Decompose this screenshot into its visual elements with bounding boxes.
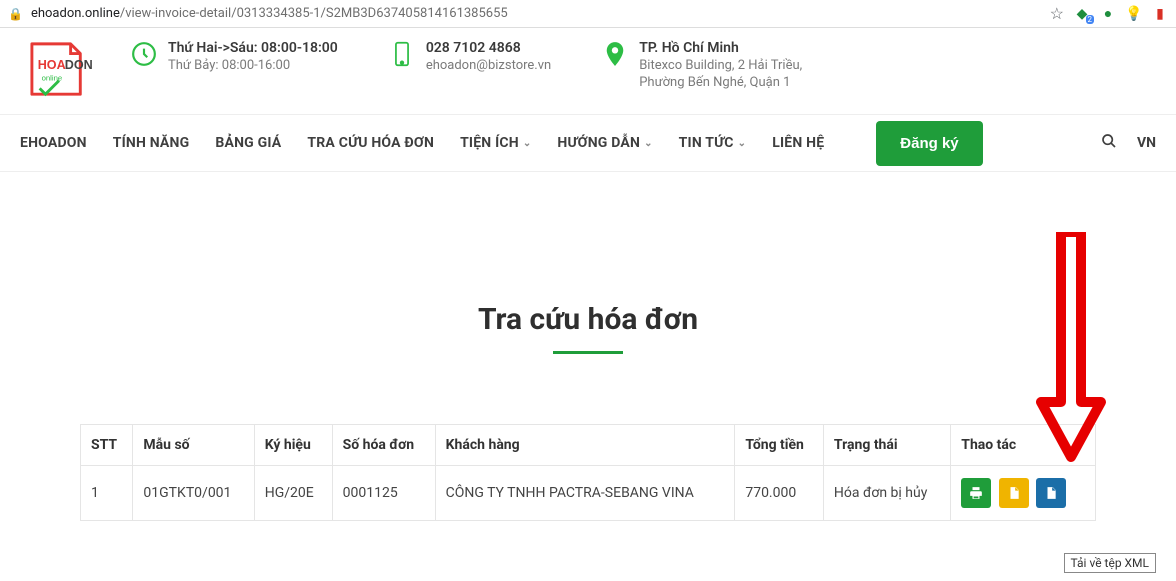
- title-underline: [553, 351, 623, 354]
- nav-lien-he[interactable]: LIÊN HỆ: [772, 135, 824, 151]
- nav-huong-dan[interactable]: HƯỚNG DẪN⌄: [557, 135, 652, 151]
- url-path: /view-invoice-detail/0313334385-1/S2MB3D…: [120, 6, 508, 21]
- register-button[interactable]: Đăng ký: [876, 121, 982, 166]
- col-tong-tien: Tổng tiền: [735, 425, 824, 466]
- map-pin-icon: [601, 40, 629, 68]
- download-pdf-button[interactable]: [999, 478, 1029, 508]
- cell-so-hd: 0001125: [332, 466, 435, 521]
- cell-trang-thai: Hóa đơn bị hủy: [823, 466, 950, 521]
- main-content: Tra cứu hóa đơn STT Mẫu số Ký hiệu Số hó…: [0, 172, 1176, 581]
- tooltip-xml: Tải về tệp XML: [1064, 553, 1156, 573]
- chevron-down-icon: ⌄: [523, 138, 532, 149]
- logo[interactable]: HOA DON online: [20, 40, 100, 104]
- cell-ky-hieu: HG/20E: [254, 466, 332, 521]
- extension-icon[interactable]: ◆2: [1074, 6, 1090, 22]
- nav-tien-ich[interactable]: TIỆN ÍCH⌄: [460, 135, 531, 151]
- chevron-down-icon: ⌄: [738, 138, 747, 149]
- chevron-down-icon: ⌄: [644, 138, 653, 149]
- cell-stt: 1: [81, 466, 133, 521]
- bookmark-star-icon[interactable]: ☆: [1050, 4, 1064, 23]
- phone-icon: [388, 40, 416, 68]
- col-thao-tac: Thao tác: [951, 425, 1096, 466]
- language-switch[interactable]: VN: [1137, 135, 1156, 151]
- cell-khach-hang: CÔNG TY TNHH PACTRA-SEBANG VINA: [435, 466, 735, 521]
- address-line2: Bitexco Building, 2 Hải Triều,: [639, 58, 802, 73]
- invoice-table: STT Mẫu số Ký hiệu Số hóa đơn Khách hàng…: [80, 424, 1096, 521]
- svg-text:DON: DON: [65, 58, 93, 72]
- address-line1: TP. Hồ Chí Minh: [639, 40, 802, 56]
- hours-line2: Thứ Bảy: 08:00-16:00: [168, 58, 338, 73]
- cell-tong-tien: 770.000: [735, 466, 824, 521]
- download-xml-button[interactable]: [1036, 478, 1066, 508]
- table-header-row: STT Mẫu số Ký hiệu Số hóa đơn Khách hàng…: [81, 425, 1096, 466]
- browser-address-bar: 🔒 ehoadon.online/view-invoice-detail/031…: [0, 0, 1176, 28]
- nav-tinh-nang[interactable]: TÍNH NĂNG: [113, 135, 190, 151]
- info-phone: 028 7102 4868 ehoadon@bizstore.vn: [388, 40, 551, 90]
- info-address: TP. Hồ Chí Minh Bitexco Building, 2 Hải …: [601, 40, 802, 90]
- col-ky-hieu: Ký hiệu: [254, 425, 332, 466]
- browser-extensions: ☆ ◆2 ● 💡 ▮: [1050, 4, 1168, 23]
- svg-text:HOA: HOA: [38, 58, 66, 72]
- phone-line2: ehoadon@bizstore.vn: [426, 58, 551, 73]
- page-title: Tra cứu hóa đơn: [20, 302, 1156, 337]
- col-trang-thai: Trạng thái: [823, 425, 950, 466]
- nav-tra-cuu[interactable]: TRA CỨU HÓA ĐƠN: [307, 135, 434, 151]
- lock-icon: 🔒: [8, 7, 23, 21]
- nav-tin-tuc[interactable]: TIN TỨC⌄: [679, 135, 747, 151]
- clock-icon: [130, 40, 158, 68]
- topbar: HOA DON online Thứ Hai->Sáu: 08:00-18:00…: [0, 28, 1176, 114]
- extension-icon[interactable]: 💡: [1126, 6, 1142, 22]
- col-stt: STT: [81, 425, 133, 466]
- col-mau-so: Mẫu số: [133, 425, 254, 466]
- info-hours: Thứ Hai->Sáu: 08:00-18:00 Thứ Bảy: 08:00…: [130, 40, 338, 90]
- col-khach-hang: Khách hàng: [435, 425, 735, 466]
- hours-line1: Thứ Hai->Sáu: 08:00-18:00: [168, 40, 338, 56]
- phone-line1: 028 7102 4868: [426, 40, 551, 56]
- extension-icon[interactable]: ●: [1100, 6, 1116, 22]
- navbar: EHOADON TÍNH NĂNG BẢNG GIÁ TRA CỨU HÓA Đ…: [0, 114, 1176, 172]
- print-button[interactable]: [961, 478, 991, 508]
- nav-items: EHOADON TÍNH NĂNG BẢNG GIÁ TRA CỨU HÓA Đ…: [20, 121, 983, 166]
- col-so-hd: Số hóa đơn: [332, 425, 435, 466]
- search-icon[interactable]: [1101, 133, 1117, 153]
- cell-actions: [951, 466, 1096, 521]
- nav-ehoadon[interactable]: EHOADON: [20, 135, 87, 151]
- url-area[interactable]: 🔒 ehoadon.online/view-invoice-detail/031…: [8, 6, 1050, 21]
- nav-bang-gia[interactable]: BẢNG GIÁ: [215, 135, 281, 151]
- address-line3: Phường Bến Nghé, Quận 1: [639, 75, 802, 90]
- table-row: 1 01GTKT0/001 HG/20E 0001125 CÔNG TY TNH…: [81, 466, 1096, 521]
- extension-icon[interactable]: ▮: [1152, 6, 1168, 22]
- cell-mau-so: 01GTKT0/001: [133, 466, 254, 521]
- url-domain: ehoadon.online: [31, 6, 120, 21]
